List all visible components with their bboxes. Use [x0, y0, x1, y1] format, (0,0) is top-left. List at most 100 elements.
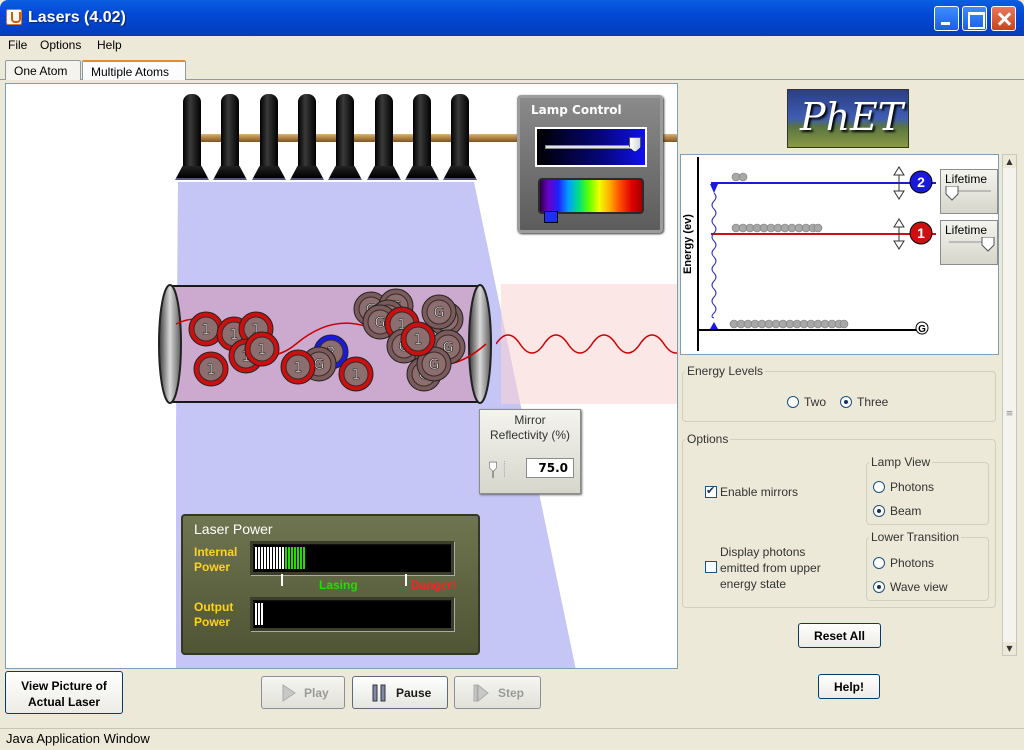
step-label: Step: [498, 686, 525, 700]
pause-button[interactable]: Pause: [352, 676, 448, 709]
checkbox-label: energy state: [720, 577, 787, 591]
radio-label: Three: [857, 395, 889, 409]
laser-power-panel: Laser Power Internal Power Lasing Danger…: [181, 514, 480, 655]
wavelength-spectrum[interactable]: [538, 178, 644, 214]
scroll-up-arrow[interactable]: ▲: [1003, 155, 1016, 168]
step-button[interactable]: Step: [454, 676, 541, 709]
status-bar: [0, 728, 1024, 750]
internal-power-meter: [250, 541, 454, 575]
level-1-badge: 1: [917, 225, 925, 241]
power-bar: [291, 547, 293, 569]
power-bar: [255, 547, 257, 569]
svg-text:G: G: [375, 315, 386, 331]
lamp-view-photons-radio[interactable]: Photons: [873, 480, 934, 494]
power-bar: [258, 547, 260, 569]
svg-text:G: G: [434, 305, 445, 321]
level-1-lifetime-slider[interactable]: Lifetime: [940, 220, 998, 265]
energy-levels-two-radio[interactable]: Two: [787, 395, 826, 409]
menu-help[interactable]: Help: [97, 38, 122, 52]
lamp: [328, 94, 362, 180]
atom: 1: [280, 349, 316, 385]
pause-icon: [372, 684, 386, 702]
radio-dot: [873, 581, 885, 593]
output-power-label: Output Power: [194, 600, 233, 630]
help-button[interactable]: Help!: [818, 674, 880, 699]
minimize-button[interactable]: [934, 6, 959, 31]
wavelength-marker[interactable]: [544, 211, 558, 223]
power-bar: [261, 547, 263, 569]
java-app-icon[interactable]: [6, 9, 22, 25]
play-button[interactable]: Play: [261, 676, 345, 709]
simulation-canvas: 1111112G11GGGG1GGGGGGG1 Lamp Control Mir…: [5, 83, 678, 669]
internal-power-label: Internal Power: [194, 545, 237, 575]
menu-file[interactable]: File: [8, 38, 27, 52]
lasing-threshold-tick: [281, 574, 283, 586]
power-bar: [264, 547, 266, 569]
checkbox-label: Enable mirrors: [720, 485, 799, 499]
vertical-scrollbar[interactable]: [1002, 154, 1017, 656]
lower-transition-photons-radio[interactable]: Photons: [873, 556, 934, 570]
display-photons-checkbox[interactable]: Display photons emitted from upper energ…: [705, 544, 821, 592]
lamp: [252, 94, 286, 180]
lamp: [213, 94, 247, 180]
output-power-meter: [250, 597, 454, 631]
level-2-atoms: [731, 172, 748, 182]
enable-mirrors-checkbox[interactable]: Enable mirrors: [705, 483, 799, 500]
output-power-label-line: Output: [194, 600, 234, 614]
energy-levels-title: Energy Levels: [687, 364, 764, 378]
power-bar: [285, 547, 287, 569]
energy-axis-label: Energy (ev): [682, 214, 694, 274]
svg-text:1: 1: [414, 332, 423, 348]
lasing-label: Lasing: [319, 578, 358, 592]
lower-transition-wave-radio[interactable]: Wave view: [873, 580, 948, 594]
menu-options[interactable]: Options: [40, 38, 81, 52]
output-power-label-line: Power: [194, 615, 231, 629]
svg-text:1: 1: [202, 322, 211, 338]
lamp-view-beam-radio[interactable]: Beam: [873, 504, 921, 518]
scroll-down-arrow[interactable]: ▼: [1003, 642, 1016, 655]
maximize-button[interactable]: [962, 6, 987, 31]
lifetime-label: Lifetime: [945, 172, 988, 186]
phet-logo: PhET: [787, 89, 909, 148]
lifetime-slider-thumb[interactable]: [945, 186, 995, 210]
tab-one-atom[interactable]: One Atom: [5, 60, 81, 80]
lamp: [405, 94, 439, 180]
power-bar: [270, 547, 272, 569]
radio-label: Beam: [890, 504, 922, 518]
options-title: Options: [687, 432, 729, 446]
energy-levels-three-radio[interactable]: Three: [840, 395, 888, 409]
scrollbar-grip[interactable]: ≡: [1004, 410, 1015, 426]
power-bar: [282, 547, 284, 569]
close-button[interactable]: [991, 6, 1016, 31]
checkbox-label: Display photons: [720, 545, 806, 559]
internal-power-label-line: Internal: [194, 545, 238, 559]
danger-label: Danger!: [411, 578, 457, 592]
lamp-slider-thumb[interactable]: [629, 137, 641, 152]
mirror-reflectivity-value[interactable]: 75.0: [526, 458, 574, 478]
svg-text:1: 1: [258, 342, 267, 358]
lower-transition-title: Lower Transition: [871, 530, 960, 544]
lamp-intensity-slider[interactable]: [535, 127, 647, 167]
play-icon: [282, 684, 296, 702]
svg-text:1: 1: [230, 327, 239, 343]
title-bar: [0, 0, 1024, 36]
power-bar: [288, 547, 290, 569]
power-bar: [297, 547, 299, 569]
window-title: Lasers (4.02): [28, 9, 126, 26]
lifetime-slider-thumb[interactable]: [945, 237, 995, 261]
view-picture-button[interactable]: View Picture of Actual Laser: [5, 671, 123, 714]
level-2-badge: 2: [917, 174, 925, 190]
level-2-lifetime-slider[interactable]: Lifetime: [940, 169, 998, 214]
ground-badge: G: [918, 324, 926, 335]
lamp-control-title: Lamp Control: [531, 103, 622, 117]
mirror-reflectivity-slider[interactable]: [489, 452, 505, 486]
status-text: Java Application Window: [6, 731, 150, 746]
energy-levels-group: Energy Levels: [682, 364, 996, 422]
atoms-group: 1111112G11GGGG1GGGGGGG1: [188, 288, 466, 392]
tab-multiple-atoms[interactable]: Multiple Atoms: [82, 60, 186, 80]
ground-atoms: [729, 319, 849, 329]
lamp: [367, 94, 401, 180]
lifetime-label: Lifetime: [945, 223, 988, 237]
reset-all-button[interactable]: Reset All: [798, 623, 881, 648]
power-bar: [267, 547, 269, 569]
